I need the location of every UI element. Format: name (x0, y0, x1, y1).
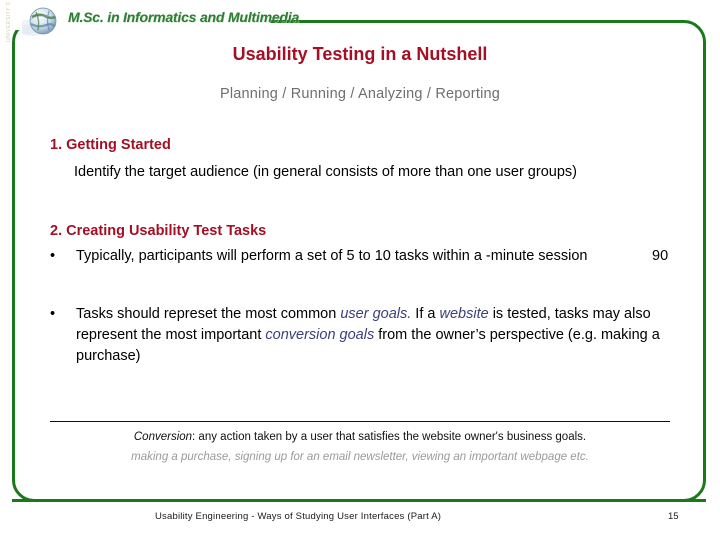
list-item: • Typically, participants will perform a… (50, 246, 630, 267)
footnote-definition-text: : any action taken by a user that satisf… (192, 431, 587, 443)
university-side-strip-text: UNIVERSITY OF THE AEGEAN (6, 2, 19, 42)
section-2-heading: 2. Creating Usability Test Tasks (50, 223, 267, 239)
globe-logo-icon (16, 5, 66, 39)
list-item-text-part: Tasks should represet the most common (76, 306, 341, 322)
footer-page-number: 15 (668, 511, 679, 522)
list-item-text-part: If a (411, 306, 440, 322)
footnote-divider (50, 421, 670, 422)
slide-subtitle: Planning / Running / Analyzing / Reporti… (219, 86, 501, 102)
program-title: M.Sc. in Informatics and Multimedia (68, 9, 300, 25)
footer-text: Usability Engineering - Ways of Studying… (155, 511, 442, 522)
slide-title: Usability Testing in a Nutshell (232, 44, 488, 64)
footer-rule (12, 499, 706, 502)
bullet-marker-icon: • (50, 306, 56, 322)
list-item-trailing-number: 90 (652, 248, 669, 264)
section-1-heading: 1. Getting Started (50, 137, 171, 153)
emphasis-conversion-goals: conversion goals (265, 327, 375, 343)
footnote-definition: Conversion: any action taken by a user t… (0, 431, 720, 443)
list-item-text: Tasks should represet the most common us… (76, 304, 686, 367)
footnote-examples: making a purchase, signing up for an ema… (131, 451, 589, 463)
emphasis-user-goals: user goals. (340, 306, 412, 322)
slide-header: UNIVERSITY OF THE AEGEAN M.Sc. in Inform… (0, 0, 300, 44)
list-item-text: Typically, participants will perform a s… (76, 248, 588, 264)
emphasis-website: website (439, 306, 489, 322)
list-item: • Tasks should represet the most common … (50, 304, 690, 367)
bullet-marker-icon: • (50, 248, 56, 264)
footnote-term: Conversion (133, 431, 193, 443)
section-1-body: Identify the target audience (in general… (74, 164, 577, 180)
